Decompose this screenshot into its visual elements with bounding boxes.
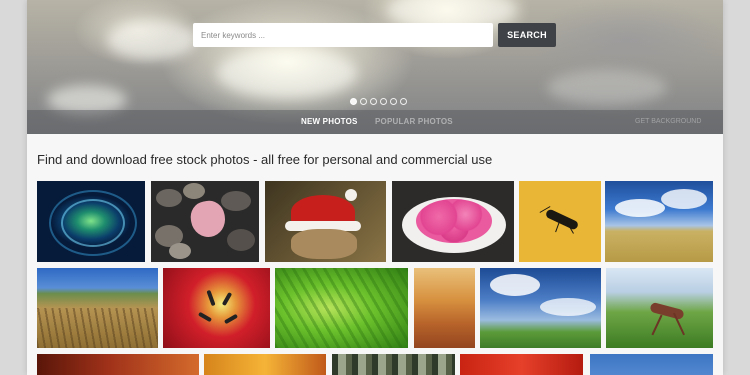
photo-thumbnail-grasshopper[interactable] (606, 268, 713, 348)
tab-new-photos[interactable]: NEW PHOTOS (301, 117, 358, 126)
hero-banner: SEARCH NEW PHOTOS POPULAR PHOTOS GET BAC… (27, 0, 723, 134)
slider-dot[interactable] (390, 98, 397, 105)
slider-dot[interactable] (400, 98, 407, 105)
photo-nav-bar: NEW PHOTOS POPULAR PHOTOS GET BACKGROUND (27, 110, 723, 134)
photo-thumbnail-red-abstract[interactable] (460, 354, 583, 375)
slider-dot[interactable] (350, 98, 357, 105)
photo-thumbnail-field-clouds[interactable] (480, 268, 601, 348)
page: SEARCH NEW PHOTOS POPULAR PHOTOS GET BAC… (27, 0, 723, 375)
search-button[interactable]: SEARCH (498, 23, 556, 47)
photo-thumbnail-heart-pebbles[interactable] (151, 181, 259, 262)
slider-dot[interactable] (380, 98, 387, 105)
photo-thumbnail-wheat-field-sky[interactable] (605, 181, 713, 262)
photo-thumbnail-red-tulip[interactable] (163, 268, 270, 348)
slider-dot[interactable] (360, 98, 367, 105)
search-input[interactable] (193, 23, 493, 47)
photo-thumbnail-water-ripple[interactable] (37, 181, 145, 262)
slider-dot[interactable] (370, 98, 377, 105)
photo-thumbnail-sunset-trees[interactable] (37, 354, 199, 375)
page-tagline: Find and download free stock photos - al… (37, 152, 493, 167)
nav-extra-link[interactable]: GET BACKGROUND (635, 118, 701, 125)
photo-thumbnail-wheat-close[interactable] (37, 268, 158, 348)
tab-popular-photos[interactable]: POPULAR PHOTOS (375, 117, 453, 126)
photo-thumbnail-pink-flowers-bowl[interactable] (392, 181, 514, 262)
photo-thumbnail-forest-trunks[interactable] (332, 354, 455, 375)
slider-dots (350, 98, 407, 106)
photo-thumbnail-wasp-yellow[interactable] (519, 181, 601, 262)
photo-thumbnail-green-fern[interactable] (275, 268, 408, 348)
photo-thumbnail-autumn-field[interactable] (414, 268, 475, 348)
photo-thumbnail-orange-glow[interactable] (204, 354, 326, 375)
photo-thumbnail-blue-sky[interactable] (590, 354, 713, 375)
photo-thumbnail-dog-santa-hat[interactable] (265, 181, 386, 262)
